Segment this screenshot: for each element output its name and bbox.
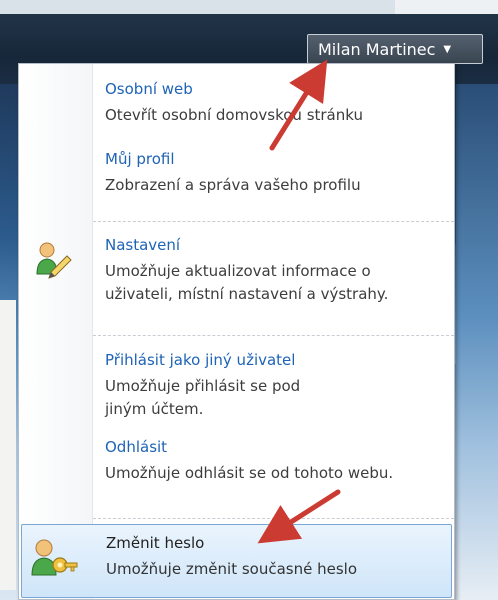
user-edit-icon (33, 238, 73, 286)
menu-item-title: Můj profil (105, 150, 175, 168)
menu-item-change-password[interactable]: Změnit heslo Umožňuje změnit současné he… (21, 524, 452, 598)
menu-item-title: Nastavení (105, 236, 181, 254)
right-page-edge (456, 84, 498, 600)
menu-item-sign-out[interactable]: Odhlásit Umožňuje odhlásit se od tohoto … (19, 428, 454, 508)
left-panel-edge (0, 300, 16, 590)
menu-item-desc: Zobrazení a správa vašeho profilu (105, 176, 361, 194)
user-key-icon (30, 537, 78, 585)
menu-separator (93, 221, 454, 222)
menu-separator (93, 518, 454, 519)
menu-item-title: Osobní web (105, 80, 193, 98)
user-dropdown-menu: Osobní web Otevřít osobní domovskou strá… (18, 63, 455, 600)
menu-item-desc: Otevřít osobní domovskou stránku (105, 106, 363, 124)
user-menu-button[interactable]: Milan Martinec ▼ (307, 34, 483, 64)
user-name: Milan Martinec (318, 39, 436, 59)
menu-item-title: Změnit heslo (106, 534, 205, 552)
menu-item-desc: Umožňuje aktualizovat informace o uživat… (105, 262, 389, 303)
menu-item-personal-site[interactable]: Osobní web Otevřít osobní domovskou strá… (19, 70, 454, 134)
menu-item-my-profile[interactable]: Můj profil Zobrazení a správa vašeho pro… (19, 144, 454, 214)
menu-separator (93, 335, 454, 336)
caret-down-icon: ▼ (443, 43, 452, 55)
menu-item-desc: Umožňuje přihlásit se pod jiným účtem. (105, 377, 301, 418)
menu-item-desc: Umožňuje změnit současné heslo (106, 560, 358, 578)
menu-item-title: Přihlásit jako jiný uživatel (105, 351, 296, 369)
menu-item-desc: Umožňuje odhlásit se od tohoto webu. (105, 464, 394, 482)
menu-item-title: Odhlásit (105, 438, 168, 456)
menu-item-sign-in-as-different-user[interactable]: Přihlásit jako jiný uživatel Umožňuje př… (19, 340, 454, 418)
browser-top-strip (0, 0, 498, 14)
menu-item-settings[interactable]: Nastavení Umožňuje aktualizovat informac… (19, 226, 454, 332)
